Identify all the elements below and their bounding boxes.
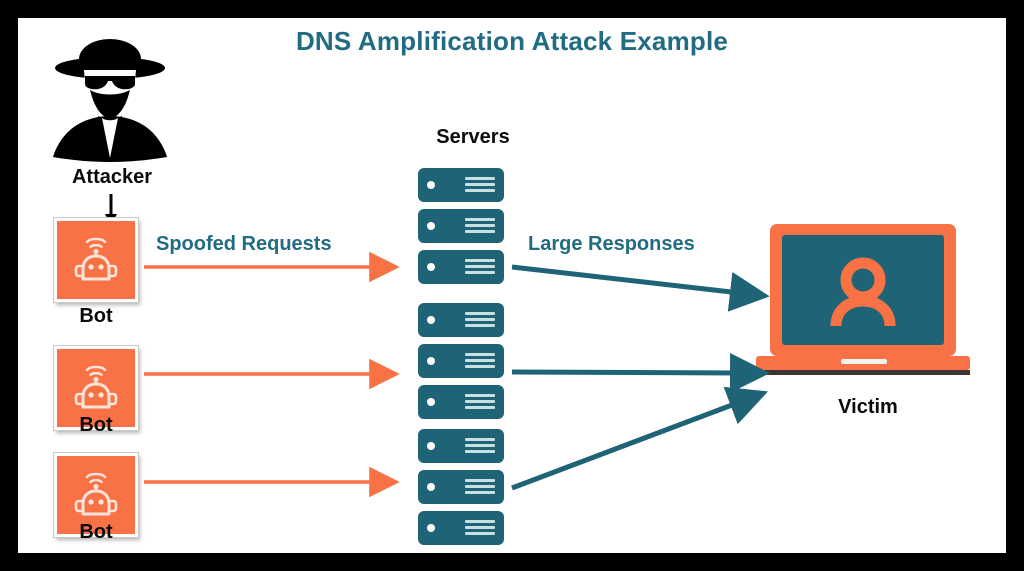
server-status-dot (427, 181, 435, 189)
laptop-with-user-icon (756, 224, 970, 375)
server-bars-icon (465, 259, 495, 275)
diagram-inner-panel: DNS Amplification Attack Example Attacke… (18, 18, 1006, 553)
bot-node-1[interactable] (54, 218, 138, 302)
server-status-dot (427, 357, 435, 365)
bot-label-3: Bot (79, 521, 113, 543)
attacker-label: Attacker (71, 166, 153, 188)
diagram-canvas: DNS Amplification Attack Example Attacke… (0, 0, 1024, 571)
server-node[interactable] (418, 209, 504, 243)
arrow-response-3 (511, 386, 769, 491)
laptop-screen (782, 235, 944, 345)
server-status-dot (427, 524, 435, 532)
server-status-dot (427, 316, 435, 324)
bot-label-2: Bot (79, 414, 113, 436)
robot-icon (74, 237, 118, 281)
server-bars-icon (465, 177, 495, 193)
server-node[interactable] (418, 429, 504, 463)
server-bars-icon (465, 353, 495, 369)
server-node[interactable] (418, 250, 504, 284)
server-node[interactable] (418, 470, 504, 504)
server-status-dot (427, 263, 435, 271)
victim-label: Victim (838, 396, 898, 418)
server-status-dot (427, 442, 435, 450)
flow-label-large-responses: Large Responses (528, 233, 695, 255)
arrow-response-1 (511, 264, 770, 312)
server-bars-icon (465, 312, 495, 328)
attacker-group: Attacker (40, 26, 180, 225)
server-status-dot (427, 222, 435, 230)
attacker-silhouette-icon (53, 39, 167, 162)
server-node[interactable] (418, 344, 504, 378)
server-bars-icon (465, 479, 495, 495)
victim-group (748, 218, 978, 393)
server-bars-icon (465, 438, 495, 454)
server-status-dot (427, 398, 435, 406)
server-bars-icon (465, 218, 495, 234)
server-node[interactable] (418, 168, 504, 202)
arrow-response-2 (511, 352, 770, 393)
flow-label-spoofed-requests: Spoofed Requests (156, 233, 332, 255)
server-status-dot (427, 483, 435, 491)
server-node[interactable] (418, 385, 504, 419)
server-bars-icon (465, 394, 495, 410)
bot-label-1: Bot (79, 305, 113, 327)
server-node[interactable] (418, 303, 504, 337)
servers-title: Servers (436, 126, 510, 148)
server-node[interactable] (418, 511, 504, 545)
server-bars-icon (465, 520, 495, 536)
